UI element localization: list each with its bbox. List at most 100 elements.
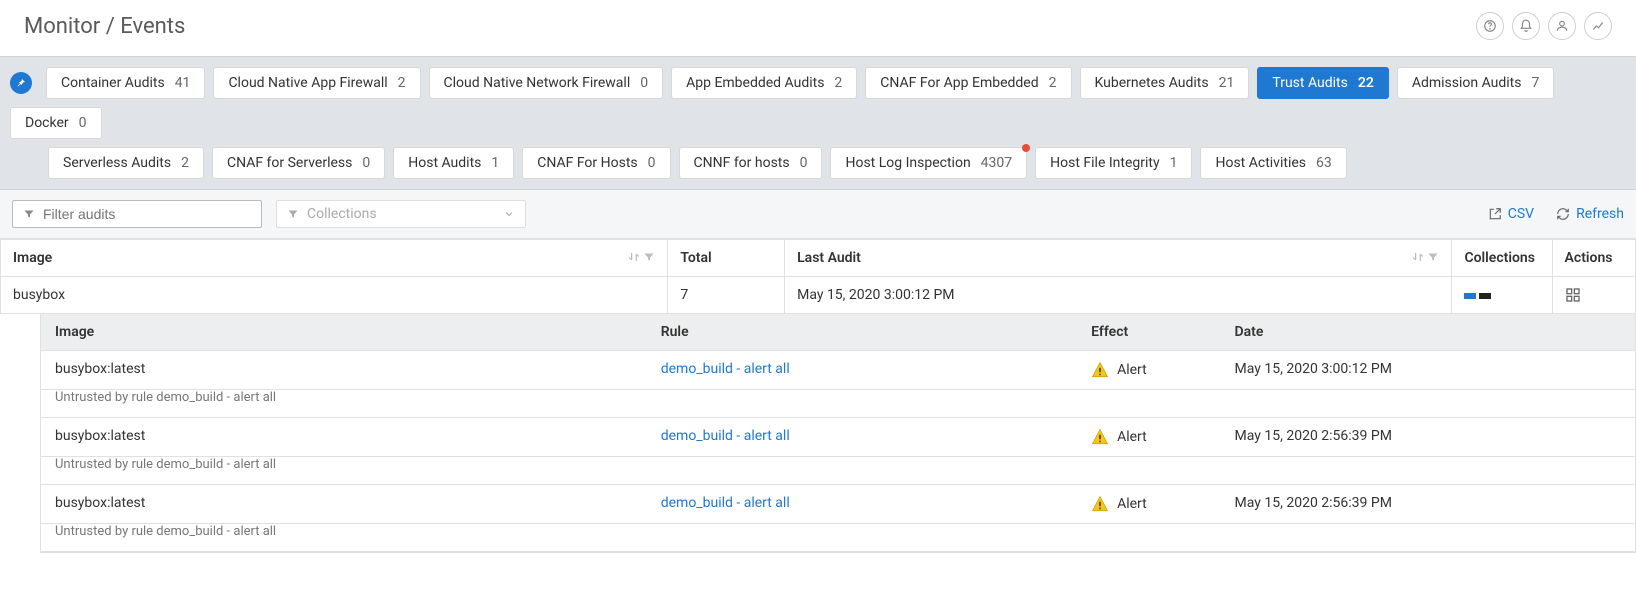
- tab-count: 7: [1531, 75, 1539, 91]
- grid-icon[interactable]: [1565, 287, 1623, 303]
- tab-count: 0: [362, 155, 370, 171]
- tab-label: Host Audits: [408, 155, 481, 171]
- tab-docker[interactable]: Docker 0: [10, 107, 102, 139]
- help-icon[interactable]: [1476, 12, 1504, 40]
- th-total[interactable]: Total: [668, 240, 785, 277]
- rule-link[interactable]: demo_build - alert all: [661, 495, 790, 511]
- collections-select[interactable]: Collections: [276, 200, 526, 228]
- dr-image: busybox:latest: [41, 351, 647, 389]
- tab-kubernetes-audits[interactable]: Kubernetes Audits 21: [1080, 67, 1250, 99]
- page-title: Monitor / Events: [24, 14, 185, 39]
- tab-label: Kubernetes Audits: [1095, 75, 1209, 91]
- collection-swatch: [1464, 293, 1476, 299]
- chevron-down-icon: [503, 208, 515, 220]
- tab-count: 1: [1170, 155, 1178, 171]
- tab-host-log-inspection[interactable]: Host Log Inspection4307: [830, 147, 1027, 179]
- tab-trust-audits[interactable]: Trust Audits 22: [1257, 67, 1388, 99]
- user-icon[interactable]: [1548, 12, 1576, 40]
- tab-host-audits[interactable]: Host Audits 1: [393, 147, 514, 179]
- cell-image: busybox: [1, 277, 668, 314]
- filter-input-box[interactable]: [12, 200, 262, 228]
- detail-row[interactable]: busybox:latestdemo_build - alert allAler…: [41, 418, 1635, 457]
- filter-icon[interactable]: [1427, 251, 1439, 263]
- tab-count: 0: [800, 155, 808, 171]
- tab-count: 1: [491, 155, 499, 171]
- rule-link[interactable]: demo_build - alert all: [661, 361, 790, 377]
- tab-label: Admission Audits: [1412, 75, 1522, 91]
- alert-icon: [1091, 361, 1109, 379]
- detail-sub: Untrusted by rule demo_build - alert all: [41, 390, 1635, 418]
- tab-app-embedded-audits[interactable]: App Embedded Audits2: [671, 67, 857, 99]
- tab-label: Host File Integrity: [1050, 155, 1159, 171]
- th-last-audit[interactable]: Last Audit: [785, 240, 1452, 277]
- alert-icon: [1091, 495, 1109, 513]
- tab-label: CNAF For Hosts: [537, 155, 637, 171]
- th-collections[interactable]: Collections: [1452, 240, 1552, 277]
- tab-container-audits[interactable]: Container Audits41: [46, 67, 205, 99]
- table-row[interactable]: busybox 7 May 15, 2020 3:00:12 PM: [1, 277, 1636, 314]
- tab-count: 22: [1358, 75, 1374, 91]
- tab-label: App Embedded Audits: [686, 75, 824, 91]
- dh-rule[interactable]: Rule: [647, 314, 1077, 350]
- tab-serverless-audits[interactable]: Serverless Audits2: [48, 147, 204, 179]
- dh-date[interactable]: Date: [1221, 314, 1635, 350]
- tab-count: 0: [79, 115, 87, 131]
- tab-cnnf-for-hosts[interactable]: CNNF for hosts 0: [679, 147, 823, 179]
- cell-collections: [1452, 277, 1552, 314]
- tab-cloud-native-app-firewall[interactable]: Cloud Native App Firewall 2: [213, 67, 420, 99]
- effect-label: Alert: [1117, 362, 1147, 378]
- dr-effect: Alert: [1077, 485, 1220, 523]
- rule-link[interactable]: demo_build - alert all: [661, 428, 790, 444]
- tab-count: 21: [1219, 75, 1235, 91]
- detail-row[interactable]: busybox:latestdemo_build - alert allAler…: [41, 485, 1635, 524]
- cell-actions: [1552, 277, 1635, 314]
- tab-admission-audits[interactable]: Admission Audits 7: [1397, 67, 1555, 99]
- tab-host-file-integrity[interactable]: Host File Integrity 1: [1035, 147, 1192, 179]
- tab-label: CNAF for Serverless: [227, 155, 352, 171]
- dr-date: May 15, 2020 2:56:39 PM: [1221, 485, 1635, 523]
- dh-effect[interactable]: Effect: [1077, 314, 1220, 350]
- filter-input[interactable]: [43, 206, 251, 222]
- refresh-button[interactable]: Refresh: [1556, 206, 1624, 222]
- sort-icon[interactable]: [1411, 250, 1425, 264]
- collection-swatch: [1479, 293, 1491, 299]
- tab-host-activities[interactable]: Host Activities63: [1200, 147, 1346, 179]
- detail-row[interactable]: busybox:latest demo_build - alert all Aler…: [41, 351, 1635, 390]
- dh-image[interactable]: Image: [41, 314, 647, 350]
- sort-icon[interactable]: [627, 250, 641, 264]
- dr-rule: demo_build - alert all: [647, 485, 1077, 523]
- toolbar: Collections CSV Refresh: [0, 190, 1636, 239]
- tab-count: 63: [1316, 155, 1332, 171]
- chart-icon[interactable]: [1584, 12, 1612, 40]
- refresh-icon: [1556, 207, 1570, 221]
- tabs-row-1: Container Audits41Cloud Native App Firew…: [10, 67, 1626, 139]
- tab-label: Serverless Audits: [63, 155, 171, 171]
- tab-cnaf-for-app-embedded[interactable]: CNAF For App Embedded2: [865, 67, 1071, 99]
- bell-icon[interactable]: [1512, 12, 1540, 40]
- audits-table: Image Total Last Audit Collections Actio…: [0, 239, 1636, 314]
- tab-count: 41: [175, 75, 191, 91]
- tab-label: Cloud Native Network Firewall: [444, 75, 631, 91]
- effect-label: Alert: [1117, 496, 1147, 512]
- tab-label: Trust Audits: [1272, 75, 1347, 91]
- tab-count: 4307: [981, 155, 1012, 171]
- pin-icon[interactable]: [10, 72, 32, 94]
- filter-icon[interactable]: [643, 251, 655, 263]
- tab-label: Docker: [25, 115, 69, 131]
- tab-cnaf-for-hosts[interactable]: CNAF For Hosts0: [522, 147, 670, 179]
- tab-label: CNNF for hosts: [694, 155, 790, 171]
- tabs-bar: Container Audits41Cloud Native App Firew…: [0, 56, 1636, 190]
- header-actions: [1476, 12, 1612, 40]
- tab-cloud-native-network-firewall[interactable]: Cloud Native Network Firewall 0: [429, 67, 664, 99]
- th-image[interactable]: Image: [1, 240, 668, 277]
- csv-button[interactable]: CSV: [1488, 206, 1534, 222]
- dr-image: busybox:latest: [41, 418, 647, 456]
- tabs-row-2: Serverless Audits2 CNAF for Serverless 0 Ho…: [10, 147, 1626, 179]
- indicator-dot: [1022, 144, 1030, 152]
- collections-placeholder: Collections: [307, 206, 377, 222]
- tab-cnaf-for-serverless[interactable]: CNAF for Serverless 0: [212, 147, 385, 179]
- tab-count: 2: [398, 75, 406, 91]
- tab-count: 0: [640, 75, 648, 91]
- cell-last-audit: May 15, 2020 3:00:12 PM: [785, 277, 1452, 314]
- tab-label: Cloud Native App Firewall: [228, 75, 387, 91]
